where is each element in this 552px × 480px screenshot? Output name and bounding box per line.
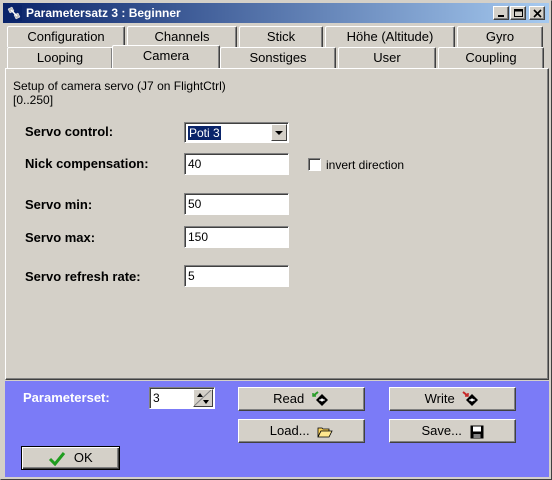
maximize-icon: [514, 9, 523, 17]
camera-tab-panel: [5, 68, 549, 380]
up-down-arrows-icon: [194, 390, 212, 406]
tab-camera[interactable]: Camera: [112, 45, 220, 68]
open-folder-icon: [317, 427, 333, 437]
servo-min-label: Servo min:: [25, 197, 93, 212]
tab-sonstiges[interactable]: Sonstiges: [220, 47, 336, 68]
camera-description: Setup of camera servo (J7 on FlightCtrl)…: [13, 79, 226, 107]
save-button-label: Save...: [421, 423, 462, 438]
ok-button[interactable]: OK: [21, 446, 120, 470]
read-chip-icon: [312, 390, 328, 406]
servo-max-input[interactable]: 150: [184, 226, 289, 248]
minimize-icon: [498, 15, 504, 17]
nick-compensation-input[interactable]: 40: [184, 153, 289, 175]
title-bar[interactable]: Parametersatz 3 : Beginner: [3, 3, 549, 23]
write-button-label: Write: [424, 391, 455, 406]
load-button-label: Load...: [269, 423, 310, 438]
invert-direction-checkbox[interactable]: [308, 158, 321, 171]
ok-button-label: OK: [73, 450, 93, 465]
servo-control-label: Servo control:: [25, 124, 114, 139]
tab-gyro[interactable]: Gyro: [457, 26, 543, 47]
servo-control-dropdown-button[interactable]: [271, 124, 287, 141]
floppy-disk-icon: [470, 425, 484, 439]
parameterset-label: Parameterset:: [23, 390, 110, 405]
maximize-button[interactable]: [510, 6, 526, 20]
read-button[interactable]: Read: [238, 387, 365, 411]
servo-refresh-rate-label: Servo refresh rate:: [25, 269, 141, 284]
nick-compensation-label: Nick compensation:: [25, 156, 149, 171]
tab-configuration[interactable]: Configuration: [7, 26, 125, 47]
servo-control-select[interactable]: Poti 3: [184, 122, 289, 143]
invert-direction-label: invert direction: [326, 158, 405, 172]
checkmark-icon: [49, 451, 66, 466]
tab-looping[interactable]: Looping: [7, 47, 113, 68]
description-range: [0..250]: [13, 93, 54, 107]
tab-coupling[interactable]: Coupling: [438, 47, 544, 68]
close-button[interactable]: [529, 6, 545, 20]
parameterset-value: 3: [153, 391, 160, 405]
minimize-button[interactable]: [493, 6, 509, 20]
tab-user[interactable]: User: [338, 47, 436, 68]
chevron-down-icon: [275, 131, 283, 135]
write-button[interactable]: Write: [389, 387, 516, 411]
load-button[interactable]: Load...: [238, 419, 365, 443]
save-button[interactable]: Save...: [389, 419, 516, 443]
satellite-app-icon: [6, 5, 22, 21]
tab-channels[interactable]: Channels: [127, 26, 237, 47]
write-chip-icon: [462, 390, 479, 406]
spinner-arrows-button[interactable]: [193, 389, 213, 407]
parameter-window: Parametersatz 3 : Beginner Configuration…: [0, 0, 552, 480]
description-line-1: Setup of camera servo (J7 on FlightCtrl): [13, 79, 226, 93]
window-title: Parametersatz 3 : Beginner: [26, 6, 181, 20]
servo-min-input[interactable]: 50: [184, 193, 289, 215]
read-button-label: Read: [273, 391, 305, 406]
servo-control-value: Poti 3: [188, 126, 221, 140]
servo-max-label: Servo max:: [25, 230, 96, 245]
parameterset-spinner[interactable]: 3: [149, 387, 215, 409]
tab-altitude[interactable]: Höhe (Altitude): [325, 26, 455, 47]
tab-stick[interactable]: Stick: [239, 26, 323, 47]
close-icon: [533, 9, 542, 18]
servo-refresh-rate-input[interactable]: 5: [184, 265, 289, 287]
